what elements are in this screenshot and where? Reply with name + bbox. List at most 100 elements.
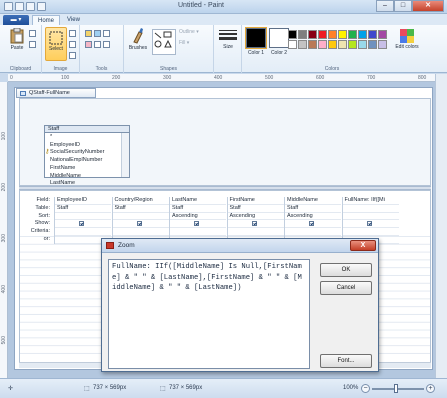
field-list-items: * EmployeeID SocialSecurityNumber NationalE… xyxy=(50,134,104,188)
grid-cell-table[interactable]: Staff xyxy=(285,205,341,213)
palette-swatch[interactable] xyxy=(368,30,377,39)
field-list-item[interactable]: EmployeeID xyxy=(50,142,104,150)
zoom-close-button[interactable]: X xyxy=(350,240,376,251)
grid-cell-table[interactable]: Staff xyxy=(227,205,284,213)
clipboard-group: Paste Clipboard xyxy=(0,25,42,73)
palette-swatch[interactable] xyxy=(378,30,387,39)
paste-button[interactable]: Paste xyxy=(6,28,28,51)
show-checkbox[interactable] xyxy=(366,221,372,227)
grid-cell-empty[interactable] xyxy=(55,228,111,236)
grid-cell-sort[interactable] xyxy=(112,213,169,221)
brushes-button[interactable]: Brushes xyxy=(126,28,150,51)
grid-cell-sort[interactable] xyxy=(55,213,111,221)
palette-swatch[interactable] xyxy=(348,30,357,39)
query-icon xyxy=(20,91,26,96)
outline-button[interactable]: Outline ▾ xyxy=(179,29,199,35)
edit-colors-button[interactable]: Edit colors xyxy=(395,29,419,50)
palette-swatch[interactable] xyxy=(358,30,367,39)
show-checkbox[interactable] xyxy=(309,221,314,227)
color1-swatch[interactable] xyxy=(245,27,267,49)
palette-swatch[interactable] xyxy=(338,40,347,49)
maximize-button[interactable]: □ xyxy=(394,0,412,12)
palette-swatch[interactable] xyxy=(358,40,367,49)
copy-icon xyxy=(29,41,36,48)
field-list-item[interactable]: SocialSecurityNumber xyxy=(50,149,104,157)
zoom-in-button[interactable]: + xyxy=(426,384,435,393)
grid-cell-field[interactable]: Country/Region xyxy=(112,197,169,205)
palette-swatch[interactable] xyxy=(288,40,297,49)
grid-cell-empty[interactable] xyxy=(227,228,284,236)
color2-swatch[interactable] xyxy=(269,28,289,48)
paint-menu-button[interactable]: ▬ ▾ xyxy=(3,15,29,25)
palette-swatch[interactable] xyxy=(318,40,327,49)
grid-cell-field[interactable]: LastName xyxy=(170,197,226,205)
grid-cell-field[interactable]: FirstName xyxy=(227,197,284,205)
tab-view[interactable]: View xyxy=(62,15,85,25)
size-button[interactable]: Size xyxy=(218,29,238,50)
zoom-out-button[interactable]: − xyxy=(361,384,370,393)
query-tab[interactable]: QStaff-FullName xyxy=(16,88,96,98)
field-list-item[interactable]: MiddleName xyxy=(50,173,104,181)
grid-cell-table[interactable]: Staff xyxy=(112,205,169,213)
close-button[interactable]: ✕ xyxy=(412,0,444,12)
show-checkbox[interactable] xyxy=(251,221,257,227)
fill-button[interactable]: Fill ▾ xyxy=(179,40,189,46)
palette-swatch[interactable] xyxy=(338,30,347,39)
grid-cell-empty[interactable] xyxy=(285,228,341,236)
tools-group: Tools xyxy=(80,25,124,73)
vertical-scrollbar[interactable] xyxy=(435,74,447,378)
shapes-gallery[interactable] xyxy=(152,29,176,55)
ok-button[interactable]: OK xyxy=(320,263,372,277)
select-button[interactable]: Select xyxy=(45,27,67,61)
app-menu-icon[interactable] xyxy=(4,2,13,11)
expression-textbox[interactable]: FullName: IIf([MiddleName] Is Null,[Firs… xyxy=(108,259,310,369)
cut-copy-buttons[interactable] xyxy=(28,29,37,51)
field-list-item[interactable]: NationalEmplNumber xyxy=(50,157,104,165)
fill-icon xyxy=(94,30,101,37)
grid-cell-empty[interactable] xyxy=(342,228,399,236)
grid-cell-empty[interactable] xyxy=(112,228,169,236)
grid-cell-field[interactable]: MiddleName xyxy=(285,197,341,205)
undo-icon[interactable] xyxy=(26,2,35,11)
image-small-tools[interactable] xyxy=(68,29,77,62)
palette-swatch[interactable] xyxy=(328,40,337,49)
grid-cell-sort[interactable]: Ascending xyxy=(227,213,284,221)
ruler-tick-label: 800 xyxy=(418,75,427,81)
show-checkbox[interactable] xyxy=(136,221,142,227)
palette-swatch[interactable] xyxy=(318,30,327,39)
show-checkbox[interactable] xyxy=(194,221,199,227)
font-button[interactable]: Font... xyxy=(320,354,372,368)
palette-swatch[interactable] xyxy=(298,30,307,39)
grid-cell-sort[interactable] xyxy=(342,213,399,221)
grid-cell-table[interactable] xyxy=(342,205,399,213)
palette-swatch[interactable] xyxy=(328,30,337,39)
palette-swatch[interactable] xyxy=(378,40,387,49)
palette-swatch[interactable] xyxy=(288,30,297,39)
minimize-button[interactable]: – xyxy=(376,0,394,12)
grid-cell-sort[interactable]: Ascending xyxy=(170,213,226,221)
cancel-button[interactable]: Cancel xyxy=(320,281,372,295)
grid-cell-empty[interactable] xyxy=(170,228,226,236)
grid-cell-table[interactable]: Staff xyxy=(55,205,111,213)
redo-icon[interactable] xyxy=(37,2,46,11)
field-list-item[interactable]: * xyxy=(50,134,104,142)
zoom-slider-track[interactable] xyxy=(372,388,424,390)
grid-cell-sort[interactable]: Ascending xyxy=(285,213,341,221)
grid-cell-field[interactable]: EmployeeID xyxy=(55,197,111,205)
cut-icon xyxy=(29,30,36,37)
palette-swatch[interactable] xyxy=(368,40,377,49)
zoom-slider-knob[interactable] xyxy=(394,384,398,393)
field-list-scrollbar[interactable] xyxy=(121,133,129,177)
color2-label: Color 2 xyxy=(270,50,288,56)
grid-cell-field[interactable]: FullName: IIf([Mi xyxy=(342,197,399,205)
show-checkbox[interactable] xyxy=(79,221,84,227)
palette-swatch[interactable] xyxy=(308,40,317,49)
grid-cell-table[interactable]: Staff xyxy=(170,205,226,213)
save-icon[interactable] xyxy=(15,2,24,11)
palette-swatch[interactable] xyxy=(348,40,357,49)
tool-buttons[interactable] xyxy=(84,29,120,51)
palette-swatch[interactable] xyxy=(298,40,307,49)
field-list-item[interactable]: FirstName xyxy=(50,165,104,173)
palette-swatch[interactable] xyxy=(308,30,317,39)
tab-home[interactable]: Home xyxy=(32,15,61,25)
